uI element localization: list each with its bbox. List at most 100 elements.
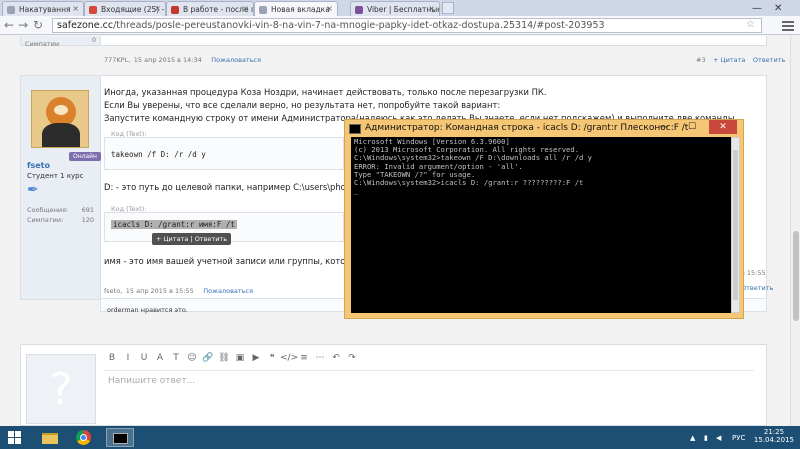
smilie-button[interactable]: ☺ — [184, 353, 200, 363]
mail-icon — [89, 6, 97, 14]
windows-taskbar: ▲ ▮ ◀ РУС 21:25 15.04.2015 — [0, 426, 800, 449]
tab-4[interactable]: Новая вкладка × — [254, 1, 338, 16]
bookmark-star-icon[interactable]: ☆ — [746, 19, 755, 30]
viber-icon — [355, 6, 363, 14]
console-cursor: _ — [354, 186, 359, 196]
complain-link[interactable]: Пожаловаться — [211, 56, 261, 64]
prev-user-stats: Симпатии 0 — [21, 36, 101, 48]
code-button[interactable]: </> — [280, 353, 298, 363]
post-paragraph: Если Вы уверены, что все сделали верно, … — [104, 100, 501, 110]
code-label: Код (Text): — [111, 130, 147, 138]
stat-value: 0 — [91, 36, 96, 44]
clock-date: 15.04.2015 — [753, 436, 794, 444]
tab-1[interactable]: Накатування × — [2, 1, 84, 16]
reply-button[interactable]: Ответить — [753, 56, 785, 64]
underline-button[interactable]: U — [136, 353, 152, 363]
code-text: takeown /f D: /r /d y — [111, 150, 206, 159]
undo-button[interactable]: ↶ — [328, 353, 344, 363]
code-text-selected: icacls D: /grant:r имя:F /t — [111, 220, 237, 229]
prev-post-actions: #3 + Цитата Ответить — [696, 52, 785, 65]
code-label: Код (Text): — [111, 205, 147, 213]
console-maximize-button[interactable]: ☐ — [679, 120, 705, 134]
online-badge: Онлайн — [69, 152, 101, 161]
tab-close-icon[interactable]: × — [154, 4, 161, 13]
scrollbar-thumb[interactable] — [793, 231, 799, 321]
prev-post: Симпатии 0 — [20, 36, 767, 48]
reply-editor: ? B I U A T ☺ 🔗 ⛓ ▣ ▶ ❝ </> ≡ ⋯ ↶ ↷ Напишите ответ... — [20, 344, 767, 426]
tab-close-icon[interactable]: × — [72, 4, 79, 13]
author-link[interactable]: 777KPL, — [104, 56, 130, 64]
image-button[interactable]: ▣ — [232, 353, 248, 363]
page-scrollbar[interactable] — [790, 36, 800, 426]
console-minimize-button[interactable]: — — [651, 120, 677, 134]
console-icon — [349, 124, 361, 134]
new-tab-button[interactable] — [442, 2, 454, 14]
volume-icon[interactable]: ◀ — [716, 434, 721, 442]
popup-quote-button[interactable]: + Цитата — [156, 235, 188, 243]
list-button[interactable]: ≡ — [296, 353, 312, 363]
reload-icon[interactable]: ↻ — [33, 18, 43, 32]
clock[interactable]: 21:25 15.04.2015 — [754, 428, 794, 444]
tab-favicon-icon — [7, 6, 15, 14]
url-path: /threads/posle-pereustanovki-vin-8-na-vi… — [113, 20, 605, 31]
bold-button[interactable]: B — [104, 353, 120, 363]
tab-close-icon[interactable]: × — [428, 4, 435, 13]
tab-5[interactable]: Viber | Бесплатные звон × — [350, 1, 440, 16]
username-link[interactable]: fseto — [27, 161, 50, 170]
scrollbar-thumb[interactable] — [733, 150, 738, 300]
stat-value: 691 — [81, 206, 94, 214]
tab-2[interactable]: Входящие (25) - 777kpl@ × — [84, 1, 166, 16]
file-explorer-icon[interactable] — [36, 428, 64, 447]
browser-tab-strip: Накатування × Входящие (25) - 777kpl@ × … — [0, 0, 800, 16]
tab-close-icon[interactable]: × — [326, 4, 333, 13]
popup-reply-button[interactable]: Ответить — [195, 235, 227, 243]
stat-label: Симпатии: — [27, 216, 64, 224]
tab-3[interactable]: В работе - после переуст × — [166, 1, 254, 16]
color-button[interactable]: A — [152, 353, 168, 363]
tray-expand-icon[interactable]: ▲ — [690, 434, 695, 442]
command-prompt-taskbar-icon[interactable] — [106, 428, 134, 447]
selection-popup: + Цитата | Ответить — [152, 233, 232, 245]
language-indicator[interactable]: РУС — [732, 434, 745, 442]
network-icon[interactable]: ▮ — [704, 434, 708, 442]
address-bar[interactable]: safezone.cc/threads/posle-pereustanovki-… — [52, 18, 762, 33]
media-button[interactable]: ▶ — [248, 353, 264, 363]
clock-time: 21:25 — [763, 428, 785, 436]
editor-toolbar: B I U A T ☺ 🔗 ⛓ ▣ ▶ ❝ </> ≡ ⋯ ↶ ↷ — [104, 353, 360, 369]
console-close-button[interactable]: ✕ — [709, 120, 737, 134]
back-icon[interactable]: ← — [4, 18, 14, 32]
avatar[interactable] — [31, 90, 89, 148]
post-date: 15 апр 2015 в 14:34 — [133, 56, 202, 64]
post-number[interactable]: #3 — [696, 56, 706, 64]
tab-label: Накатування — [19, 5, 71, 14]
likes-text[interactable]: orderman нравится это. — [107, 306, 188, 314]
italic-button[interactable]: I — [120, 353, 136, 363]
user-title: Студент 1 курс — [27, 172, 84, 180]
quote-button[interactable]: ❝ — [264, 353, 280, 363]
tab-close-icon[interactable]: × — [242, 4, 249, 13]
prev-post-meta: 777KPL, 15 апр 2015 в 14:34 Пожаловаться — [104, 52, 261, 65]
more-button[interactable]: ⋯ — [312, 353, 328, 363]
link-button[interactable]: 🔗 — [200, 353, 216, 363]
reply-input[interactable]: Напишите ответ... — [104, 370, 754, 420]
browser-toolbar: ← → ↻ safezone.cc/threads/posle-pereusta… — [0, 16, 800, 35]
complain-link[interactable]: Пожаловаться — [203, 287, 253, 295]
forward-icon[interactable]: → — [18, 18, 28, 32]
redo-button[interactable]: ↷ — [344, 353, 360, 363]
url-host: safezone.cc — [57, 20, 114, 31]
feather-rank-icon: ✒ — [27, 182, 39, 198]
console-output[interactable]: Microsoft Windows [Version 6.3.9600] (c)… — [351, 137, 731, 313]
unlink-button[interactable]: ⛓ — [216, 353, 232, 363]
user-info: Онлайн fseto Студент 1 курс ✒ Сообщения:… — [21, 76, 101, 299]
chrome-menu-icon[interactable] — [782, 19, 794, 31]
author-link[interactable]: fseto, — [104, 287, 122, 295]
quote-button[interactable]: + Цитата — [713, 56, 745, 64]
tab-favicon-icon — [259, 6, 267, 14]
minimize-button[interactable]: — — [752, 3, 762, 14]
windows-start-icon[interactable] — [8, 431, 21, 444]
reply-button[interactable]: Ответить — [741, 284, 773, 292]
chrome-icon[interactable] — [70, 428, 98, 447]
font-size-button[interactable]: T — [168, 353, 184, 363]
console-scrollbar[interactable] — [731, 137, 740, 313]
close-button[interactable]: ✕ — [774, 3, 782, 14]
